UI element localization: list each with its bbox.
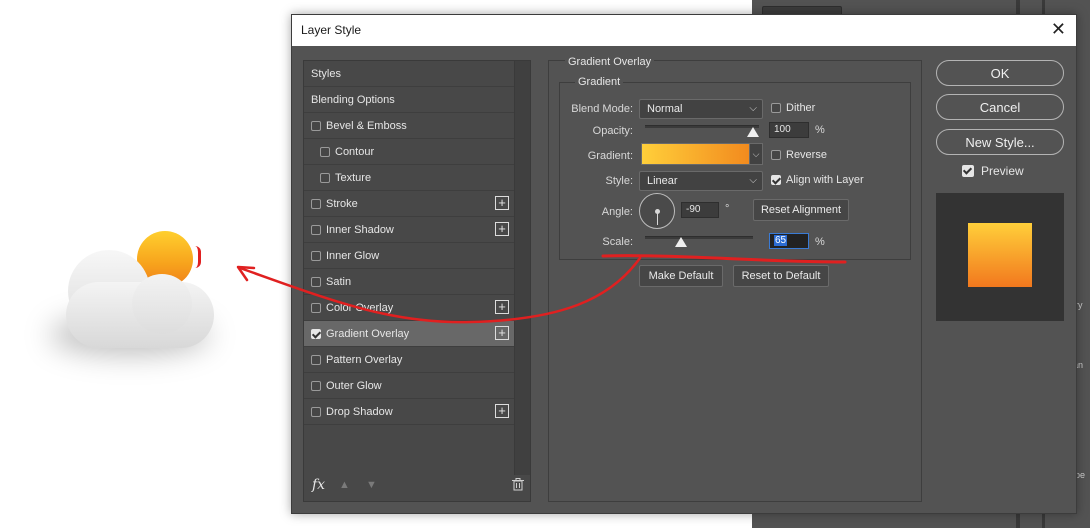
annotation-overlay	[236, 254, 847, 324]
annotation-arrow-curve	[238, 256, 642, 324]
